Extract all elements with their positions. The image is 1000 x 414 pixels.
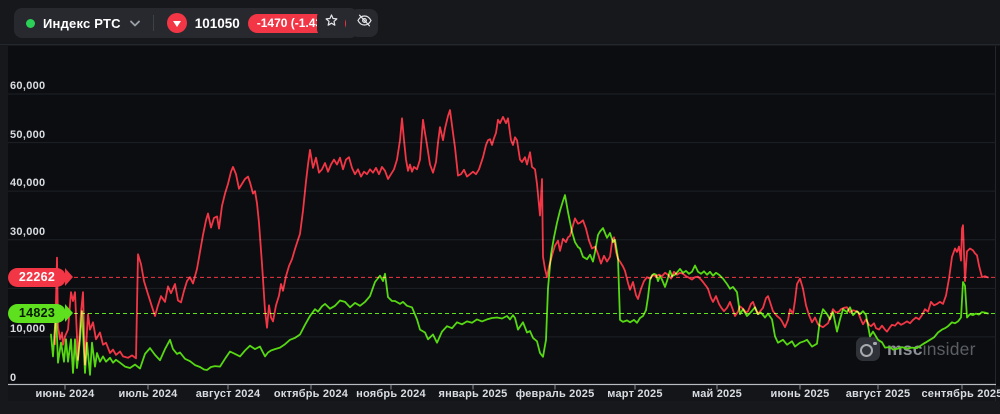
star-icon: [323, 12, 340, 34]
favorite-button[interactable]: [317, 9, 345, 37]
y-axis-label: 10,000: [10, 322, 46, 335]
y-axis-label: 30,000: [10, 225, 46, 238]
quote-value: 101050: [194, 15, 240, 31]
y-axis-label: 50,000: [10, 128, 46, 141]
trading-chart-screen: mscinsider 60,00050,00040,00030,00020,00…: [0, 0, 1000, 414]
divider: [152, 15, 154, 31]
instrument-name[interactable]: Индекс РТС: [43, 16, 121, 31]
red-series: [54, 109, 989, 366]
hide-chart-button[interactable]: [350, 9, 378, 37]
eye-off-icon: [356, 12, 373, 34]
price-chart[interactable]: [0, 0, 1000, 414]
y-axis-label: 60,000: [10, 80, 46, 93]
instrument-quote-bar[interactable]: Индекс РТС 101050 -1470 (-1.43%): [14, 8, 358, 38]
price-marker-badge: 14823: [8, 303, 73, 323]
y-axis-label: 40,000: [10, 177, 46, 190]
instrument-status-dot: [26, 18, 35, 28]
green-series: [50, 194, 989, 376]
x-axis-label: сентябрь 2025: [921, 388, 1000, 400]
y-axis-label: 0: [10, 371, 17, 384]
chevron-down-icon[interactable]: [129, 20, 140, 27]
price-marker-badge: 22262: [8, 267, 73, 287]
triangle-down-icon: [166, 13, 187, 33]
